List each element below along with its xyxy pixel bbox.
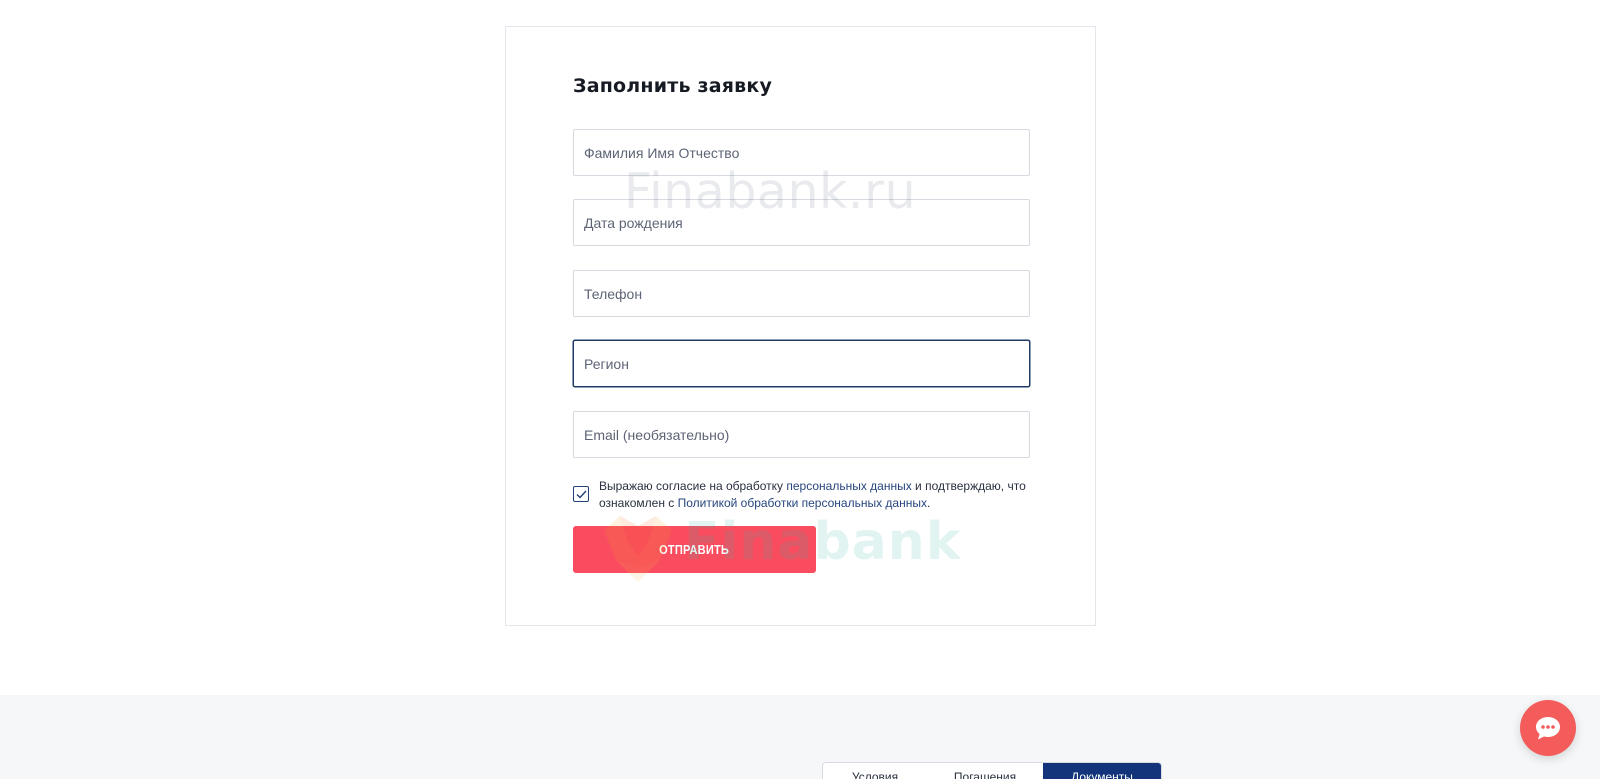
chat-bubble-icon <box>1536 717 1560 740</box>
footer-tabs: Условия Погашения Документы <box>822 762 1162 779</box>
phone-input[interactable] <box>573 270 1030 317</box>
personal-data-link[interactable]: персональных данных <box>786 479 911 493</box>
submit-button-label: ОТПРАВИТЬ <box>659 542 730 557</box>
consent-row: Выражаю согласие на обработку персональн… <box>573 478 1030 512</box>
consent-text: Выражаю согласие на обработку персональн… <box>599 478 1030 512</box>
application-form-card: Заполнить заявку Выражаю согласие на обр… <box>505 26 1096 626</box>
tab-conditions[interactable]: Условия <box>823 763 927 779</box>
consent-text-part-3: . <box>926 496 931 510</box>
check-icon <box>576 490 587 499</box>
footer-section <box>0 695 1600 779</box>
page: Заполнить заявку Выражаю согласие на обр… <box>0 0 1600 779</box>
consent-checkbox[interactable] <box>573 486 589 502</box>
submit-button[interactable]: ОТПРАВИТЬ <box>573 526 816 573</box>
form-title: Заполнить заявку <box>573 75 773 97</box>
tab-documents[interactable]: Документы <box>1043 763 1161 779</box>
region-input[interactable] <box>573 340 1030 387</box>
consent-text-part-1: Выражаю согласие на обработку <box>599 479 787 493</box>
full-name-input[interactable] <box>573 129 1030 176</box>
tab-repayment[interactable]: Погашения <box>927 763 1043 779</box>
email-input[interactable] <box>573 411 1030 458</box>
birth-date-input[interactable] <box>573 199 1030 246</box>
chat-button[interactable] <box>1520 700 1576 756</box>
privacy-policy-link[interactable]: Политикой обработки персональных данных <box>678 496 927 510</box>
